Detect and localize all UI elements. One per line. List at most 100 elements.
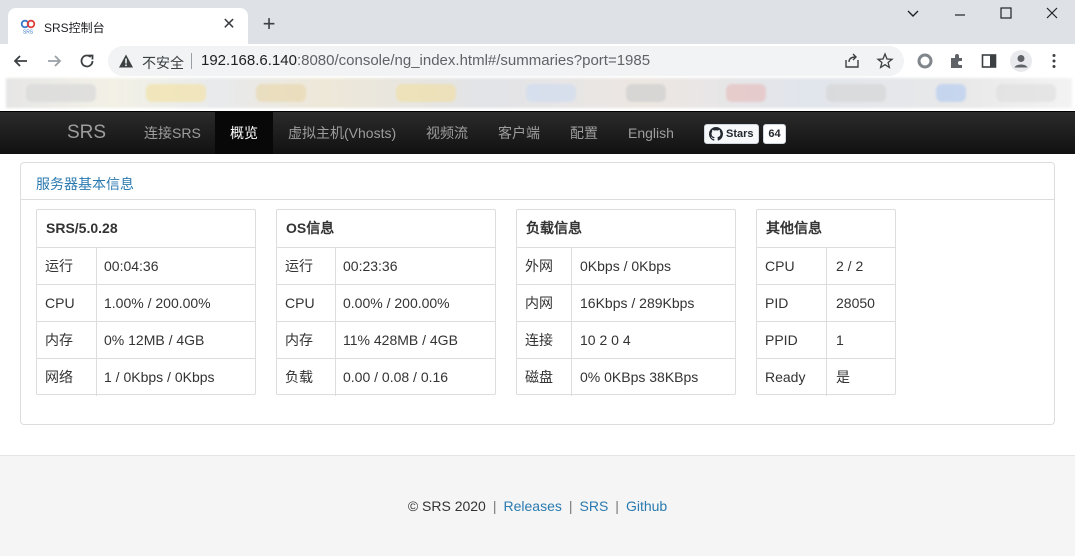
row-label: 连接 (517, 322, 572, 359)
github-icon (709, 127, 723, 141)
brand-logo[interactable]: SRS (67, 122, 106, 144)
row-label: 内存 (277, 322, 336, 359)
nav-clients[interactable]: 客户端 (483, 112, 555, 154)
forward-arrow-icon[interactable] (43, 50, 65, 72)
card-title: 其他信息 (766, 220, 822, 236)
row-value: 28050 (836, 295, 875, 311)
github-stars-count[interactable]: 64 (763, 124, 786, 144)
console-navbar: SRS 连接SRS 概览 虚拟主机(Vhosts) 视频流 客户端 配置 Eng… (0, 111, 1075, 154)
card-header-row: 负载信息 (517, 210, 735, 247)
back-arrow-icon[interactable] (10, 50, 32, 72)
releases-link[interactable]: Releases (503, 498, 561, 514)
row-value: 10 2 0 4 (580, 332, 631, 348)
footer-line: © SRS 2020 | Releases | SRS | Github (0, 498, 1075, 514)
row-value: 00:23:36 (343, 258, 398, 274)
table-row: Ready 是 (757, 358, 895, 396)
tab-close-icon[interactable]: ✕ (220, 16, 238, 34)
nav-config[interactable]: 配置 (555, 112, 613, 154)
row-label: 运行 (277, 248, 336, 285)
maximize-icon[interactable] (993, 6, 1019, 26)
row-value: 是 (836, 369, 850, 385)
table-row: PID 28050 (757, 284, 895, 322)
nav-streams[interactable]: 视频流 (411, 112, 483, 154)
row-value: 0.00% / 200.00% (343, 295, 450, 311)
minimize-icon[interactable] (947, 6, 973, 26)
row-value: 0Kbps / 0Kbps (580, 258, 672, 274)
row-value: 0% 12MB / 4GB (104, 332, 205, 348)
tab-title: SRS控制台 (44, 21, 105, 35)
row-value: 1 (836, 332, 844, 348)
os-info-card: OS信息 运行 00:23:36 CPU 0.00% / 200.00% 内存 … (276, 209, 496, 396)
github-stars-label: Stars (726, 128, 754, 140)
panel-title: 服务器基本信息 (36, 176, 134, 192)
not-secure-label[interactable]: 不安全 (142, 53, 184, 73)
reload-icon[interactable] (76, 50, 98, 72)
browser-tab[interactable]: SRS SRS控制台 ✕ (8, 8, 248, 44)
row-label: 磁盘 (517, 359, 572, 396)
srs-favicon-icon: SRS (20, 18, 36, 36)
table-row: 磁盘 0% 0KBps 38KBps (517, 358, 735, 396)
row-label: 内存 (37, 322, 97, 359)
new-tab-button[interactable]: + (258, 13, 280, 35)
srs-link[interactable]: SRS (580, 498, 609, 514)
table-row: 负载 0.00 / 0.08 / 0.16 (277, 358, 495, 396)
nav-overview[interactable]: 概览 (215, 112, 273, 154)
row-label: CPU (277, 285, 336, 322)
close-window-icon[interactable] (1039, 6, 1065, 26)
table-row: 内存 0% 12MB / 4GB (37, 321, 255, 359)
github-stars-button[interactable]: Stars (704, 124, 759, 144)
profile-avatar-icon[interactable] (1010, 50, 1032, 72)
warning-triangle-icon[interactable] (118, 53, 134, 69)
footer-separator: | (568, 498, 573, 514)
row-label: 负载 (277, 359, 336, 396)
extensions-puzzle-icon[interactable] (948, 52, 966, 70)
row-label: PID (757, 285, 827, 322)
table-row: CPU 2 / 2 (757, 247, 895, 285)
extension-circle-icon[interactable] (916, 52, 934, 70)
share-icon[interactable] (843, 52, 861, 70)
row-label: Ready (757, 359, 827, 396)
card-title: 负载信息 (526, 220, 582, 236)
panel-heading: 服务器基本信息 (21, 163, 1054, 200)
table-row: 运行 00:23:36 (277, 247, 495, 285)
srs-info-card: SRS/5.0.28 运行 00:04:36 CPU 1.00% / 200.0… (36, 209, 256, 396)
card-title: OS信息 (286, 220, 335, 236)
github-link[interactable]: Github (626, 498, 667, 514)
bookmark-star-icon[interactable] (876, 52, 894, 70)
browser-tabstrip: SRS SRS控制台 ✕ + (0, 0, 1075, 44)
row-value: 00:04:36 (104, 258, 159, 274)
nav-vhosts[interactable]: 虚拟主机(Vhosts) (273, 112, 411, 154)
bookmarks-bar-blurred (6, 78, 1072, 108)
card-header-row: SRS/5.0.28 (37, 210, 255, 247)
load-info-card: 负载信息 外网 0Kbps / 0Kbps 内网 16Kbps / 289Kbp… (516, 209, 736, 396)
url-text[interactable]: 192.168.6.140:8080/console/ng_index.html… (201, 52, 650, 69)
url-host: 192.168.6.140 (201, 52, 297, 69)
row-value: 11% 428MB / 4GB (343, 332, 458, 348)
browser-menu-icon[interactable] (1045, 52, 1063, 70)
tab-search-chevron-icon[interactable] (900, 6, 926, 26)
side-panel-icon[interactable] (980, 52, 998, 70)
address-bar[interactable]: 不安全 192.168.6.140:8080/console/ng_index.… (108, 46, 904, 76)
copyright-text: © SRS 2020 (407, 498, 486, 514)
table-row: 运行 00:04:36 (37, 247, 255, 285)
table-row: 内网 16Kbps / 289Kbps (517, 284, 735, 322)
footer-separator: | (615, 498, 619, 514)
row-value: 16Kbps / 289Kbps (580, 295, 695, 311)
nav-english[interactable]: English (613, 112, 689, 154)
row-value: 2 / 2 (836, 258, 864, 274)
row-label: 内网 (517, 285, 572, 322)
footer-separator: | (492, 498, 497, 514)
page-footer: © SRS 2020 | Releases | SRS | Github (0, 455, 1075, 556)
row-label: CPU (37, 285, 97, 322)
browser-toolbar: 不安全 192.168.6.140:8080/console/ng_index.… (0, 44, 1075, 77)
svg-text:SRS: SRS (23, 30, 34, 35)
row-value: 1 / 0Kbps / 0Kbps (104, 369, 215, 385)
table-row: CPU 0.00% / 200.00% (277, 284, 495, 322)
row-label: 网络 (37, 359, 97, 396)
table-row: 连接 10 2 0 4 (517, 321, 735, 359)
nav-connect-srs[interactable]: 连接SRS (129, 112, 216, 154)
row-value: 0.00 / 0.08 / 0.16 (343, 369, 449, 385)
card-header-row: 其他信息 (757, 210, 895, 247)
table-row: PPID 1 (757, 321, 895, 359)
row-value: 1.00% / 200.00% (104, 295, 211, 311)
